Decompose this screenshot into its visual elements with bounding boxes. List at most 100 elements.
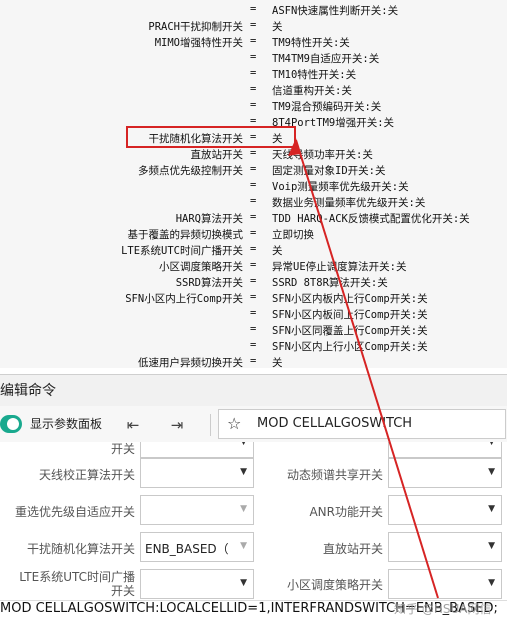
- listing-param-value: 异常UE停止调度算法开关:关: [272, 261, 407, 273]
- listing-param-value: ASFN快速属性判断开关:关: [272, 5, 399, 17]
- listing-row: MIMO增强特性开关 = TM9特性开关:关: [0, 35, 507, 51]
- listing-equals: =: [250, 291, 257, 303]
- listing-row: LTE系统UTC时间广播开关 = 关: [0, 243, 507, 259]
- anr-switch-select[interactable]: ▼: [388, 495, 502, 525]
- listing-equals: =: [250, 323, 257, 335]
- listing-param-name: 小区调度策略开关: [159, 261, 243, 273]
- edit-command-header: 编辑命令: [0, 374, 507, 407]
- export-icon[interactable]: ⇥: [166, 414, 188, 436]
- toggle-knob: [7, 418, 19, 430]
- command-text: MOD CELLALGOSWITCH: [257, 416, 413, 431]
- listing-param-value: 关: [272, 357, 283, 368]
- reselect-priority-label: 重选优先级自适应开关: [14, 505, 135, 519]
- listing-equals: =: [250, 83, 257, 95]
- listing-row: 多频点优先级控制开关 = 固定测量对象ID开关:关: [0, 163, 507, 179]
- highlight-box: [126, 126, 296, 148]
- listing-param-value: SFN小区内上行小区Comp开关:关: [272, 341, 428, 353]
- listing-row: = Voip测量频率优先级开关:关: [0, 179, 507, 195]
- listing-param-value: 固定测量对象ID开关:关: [272, 165, 386, 177]
- listing-equals: =: [250, 179, 257, 191]
- listing-param-value: 立即切换: [272, 229, 314, 241]
- listing-param-value: TM9混合预编码开关:关: [272, 101, 382, 113]
- listing-equals: =: [250, 163, 257, 175]
- listing-row: = 信道重构开关:关: [0, 83, 507, 99]
- anr-switch-label: ANR功能开关: [309, 505, 383, 519]
- toolbar-divider: [210, 414, 211, 436]
- listing-param-value: TM4TM9自适应开关:关: [272, 53, 380, 65]
- command-input[interactable]: ☆ MOD CELLALGOSWITCH: [218, 409, 506, 439]
- listing-row: SFN小区内上行Comp开关 = SFN小区内板内上行Comp开关:关: [0, 291, 507, 307]
- listing-equals: =: [250, 51, 257, 63]
- listing-row: = SFN小区内板间上行Comp开关:关: [0, 307, 507, 323]
- listing-param-value: TM10特性开关:关: [272, 69, 357, 81]
- listing-equals: =: [250, 3, 257, 15]
- listing-equals: =: [250, 339, 257, 351]
- listing-row: SSRD算法开关 = SSRD 8T8R算法开关:关: [0, 275, 507, 291]
- listing-param-name: SFN小区内上行Comp开关: [125, 293, 243, 305]
- import-icon[interactable]: ⇤: [122, 414, 144, 436]
- parameter-listing: = ASFN快速属性判断开关:关 PRACH干扰抑制开关 = 关 MIMO增强特性开关 = T…: [0, 0, 507, 368]
- listing-equals: =: [250, 67, 257, 79]
- listing-param-name: 基于覆盖的异频切换模式: [127, 229, 244, 241]
- listing-row: 直放站开关 = 天线导频功率开关:关: [0, 147, 507, 163]
- listing-param-value: 信道重构开关:关: [272, 85, 352, 97]
- listing-row: 小区调度策略开关 = 异常UE停止调度算法开关:关: [0, 259, 507, 275]
- listing-row: = SFN小区同覆盖上行Comp开关:关: [0, 323, 507, 339]
- listing-param-value: SFN小区同覆盖上行Comp开关:关: [272, 325, 428, 337]
- repeater-switch-label: 直放站开关: [322, 542, 383, 556]
- listing-param-value: Voip测量频率优先级开关:关: [272, 181, 409, 193]
- parameter-form: 开关 ▼ ▼ 天线校正算法开关 ▼ 动态频谱共享开关 ▼ 重选优先级自适应开关 …: [0, 442, 507, 600]
- cell-sched-select[interactable]: ▼: [388, 569, 502, 599]
- listing-row: = TM10特性开关:关: [0, 67, 507, 83]
- show-param-panel-toggle[interactable]: [0, 415, 22, 433]
- utc-broadcast-label: LTE系统UTC时间广播开关: [19, 570, 135, 598]
- dss-switch-label: 动态频谱共享开关: [286, 468, 383, 482]
- listing-equals: =: [250, 195, 257, 207]
- listing-equals: =: [250, 227, 257, 239]
- listing-param-name: 低速用户异频切换开关: [138, 357, 243, 368]
- form-select-partial-right[interactable]: ▼: [388, 442, 502, 458]
- listing-equals: =: [250, 243, 257, 255]
- show-param-panel-label: 显示参数面板: [30, 417, 103, 431]
- listing-row: = 数据业务测量频率优先级开关:关: [0, 195, 507, 211]
- listing-param-name: 多频点优先级控制开关: [138, 165, 243, 177]
- listing-row: 低速用户异频切换开关 = 关: [0, 355, 507, 368]
- listing-equals: =: [250, 35, 257, 47]
- panel-title: 编辑命令: [0, 383, 56, 399]
- listing-param-value: SFN小区内板间上行Comp开关:关: [272, 309, 428, 321]
- listing-param-name: SSRD算法开关: [175, 277, 243, 289]
- listing-param-name: MIMO增强特性开关: [154, 37, 243, 49]
- watermark-text: 知乎 @HSUA网信: [394, 602, 492, 616]
- listing-equals: =: [250, 19, 257, 31]
- listing-param-value: 关: [272, 245, 283, 257]
- dss-switch-select[interactable]: ▼: [388, 458, 502, 488]
- listing-param-value: TM9特性开关:关: [272, 37, 350, 49]
- listing-equals: =: [250, 99, 257, 111]
- listing-param-value: SFN小区内板内上行Comp开关:关: [272, 293, 428, 305]
- listing-equals: =: [250, 307, 257, 319]
- listing-param-name: LTE系统UTC时间广播开关: [121, 245, 243, 257]
- listing-equals: =: [250, 259, 257, 271]
- listing-param-value: 数据业务测量频率优先级开关:关: [272, 197, 426, 209]
- reselect-priority-select[interactable]: ▼: [140, 495, 254, 525]
- form-select-partial[interactable]: ▼: [140, 442, 254, 458]
- repeater-switch-select[interactable]: ▼: [388, 532, 502, 562]
- utc-broadcast-select[interactable]: ▼: [140, 569, 254, 599]
- listing-param-value: SSRD 8T8R算法开关:关: [272, 277, 388, 289]
- listing-row: = TM9混合预编码开关:关: [0, 99, 507, 115]
- listing-equals: =: [250, 147, 257, 159]
- antenna-calib-select[interactable]: ▼: [140, 458, 254, 488]
- antenna-calib-label: 天线校正算法开关: [38, 468, 135, 482]
- listing-param-name: HARQ算法开关: [175, 213, 243, 225]
- listing-param-value: TDD HARQ-ACK反馈模式配置优化开关:关: [272, 213, 470, 225]
- listing-equals: =: [250, 275, 257, 287]
- interference-random-select[interactable]: ENB_BASED（ ▼: [140, 532, 254, 562]
- listing-equals: =: [250, 211, 257, 223]
- star-icon[interactable]: ☆: [227, 414, 241, 433]
- listing-row: HARQ算法开关 = TDD HARQ-ACK反馈模式配置优化开关:关: [0, 211, 507, 227]
- listing-param-value: 天线导频功率开关:关: [272, 149, 373, 161]
- listing-row: PRACH干扰抑制开关 = 关: [0, 19, 507, 35]
- cell-sched-label: 小区调度策略开关: [286, 578, 383, 592]
- interference-random-value: ENB_BASED（: [145, 542, 229, 556]
- listing-param-value: 关: [272, 21, 283, 33]
